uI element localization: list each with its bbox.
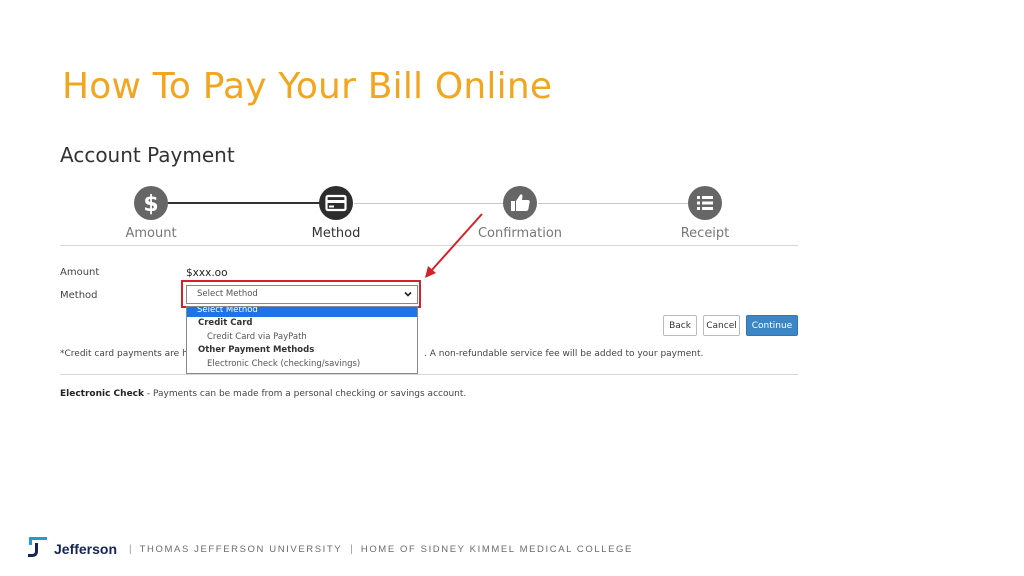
- footer-separator: |: [350, 543, 353, 555]
- footer-brand: Jefferson: [54, 541, 118, 557]
- red-arrow-annotation: [425, 213, 483, 278]
- footer: Jefferson | THOMAS JEFFERSON UNIVERSITY …: [26, 536, 633, 562]
- footer-separator: |: [129, 543, 132, 555]
- footer-tagline: HOME OF SIDNEY KIMMEL MEDICAL COLLEGE: [360, 543, 633, 555]
- footer-university: THOMAS JEFFERSON UNIVERSITY: [139, 543, 343, 555]
- jefferson-logo-icon: [26, 535, 50, 564]
